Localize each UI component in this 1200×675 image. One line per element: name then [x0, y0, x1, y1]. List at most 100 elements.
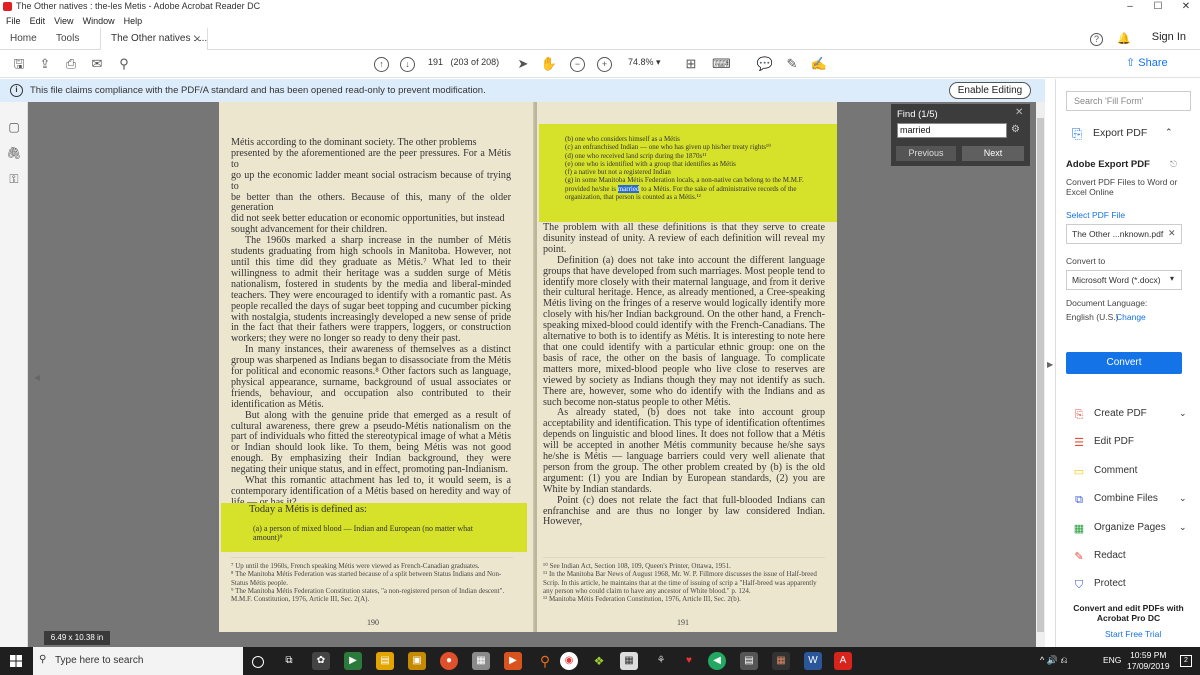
- word-icon[interactable]: W: [804, 652, 822, 670]
- task-view-icon[interactable]: ⧉: [280, 652, 298, 670]
- upload-icon[interactable]: ⇪: [36, 55, 54, 73]
- notification-bell-icon[interactable]: 🔔: [1117, 33, 1131, 45]
- menu-window[interactable]: Window: [83, 16, 115, 26]
- taskbar-app-icon[interactable]: ♥: [680, 652, 698, 670]
- save-icon[interactable]: 🖫: [10, 55, 28, 73]
- expand-chevron-icon[interactable]: ⌄: [1179, 493, 1187, 504]
- expand-chevron-icon[interactable]: ⌄: [1179, 522, 1187, 533]
- selected-file-field[interactable]: The Other ...nknown.pdf: [1066, 224, 1182, 244]
- share-label: Share: [1138, 57, 1168, 69]
- paragraph: As already stated, (b) does not take int…: [543, 407, 825, 495]
- select-pdf-link[interactable]: Select PDF File: [1066, 210, 1125, 220]
- next-page-icon[interactable]: ↓: [400, 57, 415, 72]
- page-number-field[interactable]: 191 (203 of 208): [428, 57, 499, 67]
- hand-tool-icon[interactable]: ✋: [540, 55, 558, 73]
- taskbar-app-icon[interactable]: ⚘: [652, 652, 670, 670]
- input-language[interactable]: ENG: [1103, 655, 1121, 665]
- minimize-button[interactable]: –: [1115, 0, 1145, 14]
- tool-edit-pdf[interactable]: ☰ Edit PDF: [1072, 433, 1192, 453]
- format-select[interactable]: Microsoft Word (*.docx): [1066, 270, 1182, 290]
- tab-tools[interactable]: Tools: [56, 28, 79, 50]
- acrobat-taskbar-icon[interactable]: A: [834, 652, 852, 670]
- taskbar-app-icon[interactable]: ▶: [344, 652, 362, 670]
- find-next-button[interactable]: Next: [962, 146, 1024, 161]
- close-window-button[interactable]: ✕: [1171, 0, 1200, 14]
- fill-form-search-input[interactable]: Search 'Fill Form': [1066, 91, 1191, 111]
- cortana-icon[interactable]: [252, 656, 264, 668]
- maximize-button[interactable]: ☐: [1143, 0, 1173, 14]
- find-input[interactable]: married: [897, 123, 1007, 138]
- scrollbar-thumb[interactable]: [1037, 118, 1044, 632]
- tab-home[interactable]: Home: [10, 28, 37, 50]
- signatures-icon[interactable]: ⚿: [6, 172, 22, 188]
- tab-document[interactable]: The Other natives : ... ✕: [100, 28, 208, 50]
- chrome-icon[interactable]: ◉: [560, 652, 578, 670]
- sign-in-link[interactable]: Sign In: [1152, 31, 1186, 43]
- expand-chevron-icon[interactable]: ⌄: [1179, 408, 1187, 419]
- convert-button[interactable]: Convert: [1066, 352, 1182, 374]
- keyboard-icon[interactable]: ⌨: [712, 55, 731, 73]
- system-tray-icons[interactable]: ^ 🔊 ⎌: [1040, 655, 1068, 666]
- fit-page-icon[interactable]: ⊞: [682, 55, 700, 73]
- calculator-icon[interactable]: ▦: [620, 652, 638, 670]
- menu-file[interactable]: File: [6, 16, 21, 26]
- taskbar-search-icon: ⚲: [39, 654, 47, 665]
- right-footnotes: ¹⁰ See Indian Act, Section 108, 109, Que…: [543, 562, 825, 603]
- store-icon[interactable]: ▣: [408, 652, 426, 670]
- taskbar-app-icon[interactable]: ◀: [708, 652, 726, 670]
- taskbar-search-box[interactable]: ⚲ Type here to search: [33, 647, 243, 675]
- close-find-icon[interactable]: ✕: [1015, 107, 1023, 118]
- left-navigation-rail: ▢ 🖇 ⚿: [0, 102, 28, 647]
- start-free-trial-link[interactable]: Start Free Trial: [1105, 629, 1161, 639]
- taskbar-app-icon[interactable]: ✿: [312, 652, 330, 670]
- tool-redact[interactable]: ✎ Redact: [1072, 547, 1192, 567]
- taskbar-clock[interactable]: 10:59 PM 17/09/2019: [1127, 650, 1170, 672]
- find-previous-button[interactable]: Previous: [896, 146, 956, 161]
- find-options-gear-icon[interactable]: ⚙: [1011, 124, 1020, 135]
- close-tab-icon[interactable]: ✕: [193, 28, 201, 50]
- tool-combine-files[interactable]: ⧉ Combine Files ⌄: [1072, 490, 1192, 510]
- zoom-out-icon[interactable]: −: [570, 57, 585, 72]
- menu-help[interactable]: Help: [124, 16, 143, 26]
- right-panel-toggle-icon[interactable]: ▶: [1047, 360, 1053, 369]
- taskbar-app-icon[interactable]: ●: [440, 652, 458, 670]
- comment-bubble-icon[interactable]: 💬: [756, 55, 774, 73]
- tool-protect[interactable]: ⛉ Protect: [1072, 575, 1192, 595]
- search-icon[interactable]: ⚲: [115, 55, 133, 73]
- left-collapse-arrow-icon[interactable]: ◀: [34, 373, 40, 382]
- previous-page-icon[interactable]: ↑: [374, 57, 389, 72]
- sign-icon[interactable]: ✍: [810, 55, 828, 73]
- export-pdf-title[interactable]: Export PDF: [1093, 127, 1147, 139]
- taskbar-app-icon[interactable]: ▦: [472, 652, 490, 670]
- taskbar-app-icon[interactable]: ▦: [772, 652, 790, 670]
- help-icon[interactable]: ?: [1090, 33, 1103, 46]
- share-button[interactable]: ⇧ Share: [1126, 56, 1168, 69]
- format-dropdown-chevron-icon[interactable]: ▾: [1170, 274, 1174, 283]
- enable-editing-button[interactable]: Enable Editing: [949, 82, 1031, 99]
- search-app-icon[interactable]: ⚲: [536, 652, 554, 670]
- attachments-icon[interactable]: 🖇: [6, 146, 22, 162]
- file-explorer-icon[interactable]: ▤: [376, 652, 394, 670]
- tool-organize-pages[interactable]: ▦ Organize Pages ⌄: [1072, 519, 1192, 539]
- zoom-in-icon[interactable]: +: [597, 57, 612, 72]
- text-line: go up the economic ladder meant social o…: [231, 169, 511, 192]
- remove-file-icon[interactable]: ✕: [1168, 228, 1176, 239]
- windows-start-icon[interactable]: [10, 655, 22, 667]
- action-center-icon[interactable]: 2: [1180, 655, 1192, 667]
- menu-edit[interactable]: Edit: [30, 16, 46, 26]
- collapse-chevron-icon[interactable]: ⌃: [1165, 127, 1173, 138]
- select-cursor-icon[interactable]: ➤: [514, 55, 532, 73]
- pen-icon[interactable]: ✎: [783, 55, 801, 73]
- tool-comment[interactable]: ▭ Comment: [1072, 462, 1192, 482]
- change-language-link[interactable]: Change: [1116, 312, 1146, 322]
- tool-create-pdf[interactable]: ⎘ Create PDF ⌄: [1072, 405, 1192, 425]
- taskbar-app-icon[interactable]: ▤: [740, 652, 758, 670]
- email-icon[interactable]: ✉: [88, 55, 106, 73]
- convert-description: Convert PDF Files to Word or Excel Onlin…: [1066, 177, 1178, 197]
- taskbar-app-icon[interactable]: ▶: [504, 652, 522, 670]
- page-thumbnails-icon[interactable]: ▢: [6, 120, 22, 136]
- zoom-level-select[interactable]: 74.8% ▾: [628, 57, 661, 68]
- print-icon[interactable]: ⎙: [62, 55, 80, 73]
- taskbar-app-icon[interactable]: ❖: [590, 652, 608, 670]
- menu-view[interactable]: View: [54, 16, 73, 26]
